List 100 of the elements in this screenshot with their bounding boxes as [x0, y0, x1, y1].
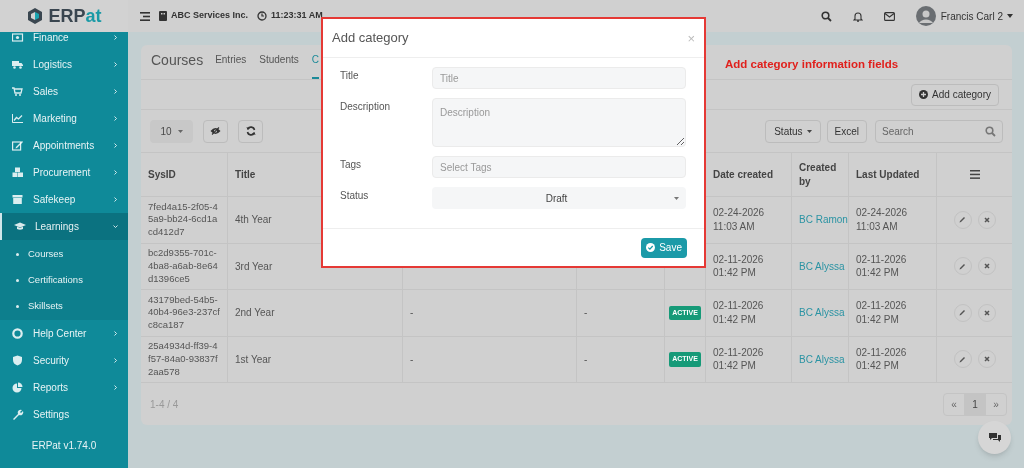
tab[interactable]: C [311, 52, 319, 79]
tab[interactable]: Entries [215, 52, 247, 79]
input-field[interactable]: Title [432, 67, 686, 89]
table-cell-text: 02-11-2026 01:42 PM [856, 252, 908, 280]
save-button[interactable]: Save [641, 237, 687, 258]
close-icon [983, 356, 990, 363]
sidebar-item[interactable]: Sales [0, 78, 128, 105]
refresh-icon [245, 126, 256, 136]
caret-icon [177, 129, 183, 133]
table-cell: 1st Year [235, 352, 272, 366]
cart-icon [12, 86, 24, 97]
description-field[interactable]: Description [432, 98, 686, 147]
money-icon [12, 32, 24, 43]
caret-icon [674, 196, 679, 200]
sidebar-item[interactable]: Finance [0, 32, 128, 51]
caret-icon [1007, 14, 1013, 18]
avatar[interactable] [915, 6, 936, 26]
table-cell: - [410, 352, 414, 366]
user-link[interactable]: BC Alyssa [799, 305, 845, 321]
graduation-cap-icon [14, 221, 26, 232]
excel-button[interactable]: Excel [826, 119, 867, 143]
line-chart-icon [12, 113, 24, 124]
shield-icon [12, 355, 24, 366]
sidebar-item[interactable]: Appointments [0, 132, 128, 159]
field-label: Title [340, 69, 360, 83]
refresh-button[interactable] [238, 119, 263, 143]
sidebar-item[interactable]: Learnings [0, 213, 128, 240]
caret-icon [806, 129, 812, 133]
table-cell: - [584, 352, 588, 366]
table-cell-text: 02-11-2026 01:42 PM [713, 345, 765, 373]
column-header[interactable]: Last Updated [856, 167, 920, 182]
lifebuoy-icon [12, 328, 24, 339]
plus-icon [919, 90, 929, 99]
submenu-item[interactable]: Certifications [0, 267, 128, 293]
tab[interactable]: Students [259, 52, 299, 79]
page-button[interactable]: 1 [964, 393, 986, 415]
pencil-icon [959, 216, 966, 224]
logo-icon [26, 7, 45, 25]
bell-icon[interactable] [852, 10, 863, 22]
close-icon [983, 309, 990, 316]
user-menu[interactable]: Francis Carl 2 [940, 8, 1013, 24]
pencil-icon [959, 309, 966, 317]
chat-button[interactable] [978, 421, 1011, 454]
menu-icon[interactable] [969, 170, 980, 179]
truck-icon [12, 59, 24, 70]
table-cell: - [584, 306, 588, 320]
chat-icon [987, 432, 1002, 443]
archive-icon [12, 194, 24, 205]
check-circle-icon [646, 243, 656, 252]
cubes-icon [12, 167, 24, 178]
clock-icon [257, 11, 268, 21]
add-category-button[interactable]: Add category [911, 83, 999, 106]
previous-page-button[interactable]: « [944, 393, 964, 415]
annotation-text: Add category information fields [725, 57, 899, 72]
column-header[interactable]: Date created [713, 167, 774, 182]
user-link[interactable]: BC Alyssa [799, 258, 845, 274]
sidebar-item[interactable]: Help Center [0, 320, 128, 347]
page-title: Courses [151, 51, 204, 70]
table-cell-text: 02-11-2026 01:42 PM [856, 345, 908, 373]
table-cell-text: 02-24-2026 11:03 AM [856, 206, 909, 234]
table-cell-text: 02-11-2026 01:42 PM [713, 252, 765, 280]
search-input[interactable]: Search [882, 123, 985, 139]
column-header[interactable]: Title [235, 167, 256, 182]
submenu-item[interactable]: Skillsets [0, 293, 128, 319]
sidebar-item[interactable]: Logistics [0, 51, 128, 78]
user-link[interactable]: BC Alyssa [799, 351, 845, 367]
modal-title: Add category [332, 29, 409, 48]
submenu-item[interactable]: Courses [0, 241, 128, 267]
sidebar-item[interactable]: Security [0, 347, 128, 374]
search-field[interactable]: Search [875, 119, 1003, 143]
table-cell-text: bc2d9355-701c-4ba8-a6ab-8e64d1396ce5 [148, 247, 219, 286]
company-name: ABC Services Inc. [171, 9, 249, 23]
eye-slash-icon [210, 127, 221, 135]
next-page-button[interactable]: » [986, 393, 1006, 415]
sidebar-item[interactable]: Settings [0, 401, 128, 422]
clock-time: 11:23:31 AM [271, 9, 323, 23]
search-icon[interactable] [820, 10, 832, 22]
status-select[interactable]: Draft [432, 187, 686, 209]
wrench-icon [12, 409, 24, 420]
table-cell-text: 25a4934d-ff39-4f57-84a0-93837f2aa578 [148, 340, 219, 379]
app-logo: ERPat [48, 7, 102, 25]
sidebar-item[interactable]: Reports [0, 374, 128, 401]
sidebar-item[interactable]: Procurement [0, 159, 128, 186]
menu-icon[interactable] [140, 11, 150, 21]
page-size-select[interactable]: 10 [150, 119, 193, 143]
sidebar-item[interactable]: Safekeep [0, 186, 128, 213]
close-icon [983, 263, 990, 270]
mail-icon[interactable] [883, 11, 895, 21]
building-icon [159, 11, 167, 21]
field-label: Tags [340, 158, 363, 172]
user-link[interactable]: BC Ramon [799, 212, 848, 228]
pencil-icon [959, 262, 966, 270]
visibility-button[interactable] [203, 119, 228, 143]
input-field[interactable]: Select Tags [432, 156, 686, 178]
column-header[interactable]: SysID [148, 167, 176, 182]
status-filter[interactable]: Status [765, 119, 821, 143]
sidebar-item[interactable]: Marketing [0, 105, 128, 132]
table-cell-text: 02-24-2026 11:03 AM [713, 206, 766, 234]
column-header[interactable]: Created by [799, 161, 841, 188]
table-cell-text: 02-11-2026 01:42 PM [856, 299, 908, 327]
